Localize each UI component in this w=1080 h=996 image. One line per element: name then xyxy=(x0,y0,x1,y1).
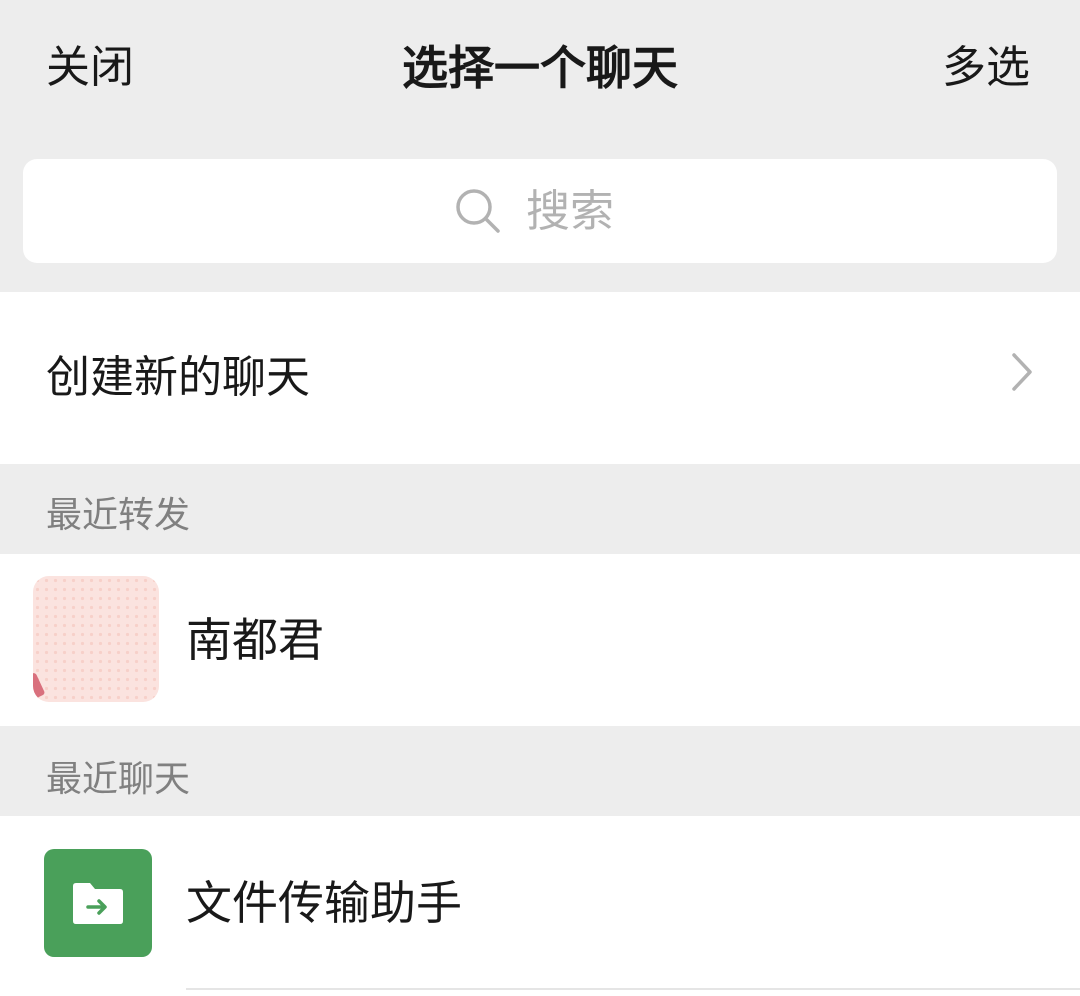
avatar xyxy=(33,576,159,702)
create-new-chat-label: 创建新的聊天 xyxy=(46,352,310,403)
avatar-corner-mark xyxy=(33,672,46,700)
chevron-right-icon xyxy=(1010,352,1034,392)
navigation-bar: 关闭 选择一个聊天 多选 xyxy=(0,0,1080,140)
search-input[interactable] xyxy=(526,185,626,237)
section-header-recent-chats: 最近聊天 xyxy=(0,726,1080,816)
section-title: 最近聊天 xyxy=(46,759,191,800)
create-new-chat-row[interactable]: 创建新的聊天 xyxy=(0,292,1080,464)
section-title: 最近转发 xyxy=(46,495,191,536)
chat-row-file-transfer[interactable]: 文件传输助手 xyxy=(0,816,1080,996)
chat-name: 文件传输助手 xyxy=(186,876,462,930)
chat-row-nandujun[interactable]: 南都君 xyxy=(0,554,1080,726)
section-header-recent-forward: 最近转发 xyxy=(0,464,1080,554)
search-icon xyxy=(454,187,502,235)
row-divider xyxy=(186,988,1080,990)
page-title: 选择一个聊天 xyxy=(402,41,678,95)
chat-picker-screen: 关闭 选择一个聊天 多选 创建新的聊天 最近转发 xyxy=(0,0,1080,996)
close-button[interactable]: 关闭 xyxy=(46,38,134,98)
chat-name: 南都君 xyxy=(186,613,324,667)
search-content xyxy=(454,185,626,237)
multi-select-button[interactable]: 多选 xyxy=(942,38,1030,98)
search-bar[interactable] xyxy=(23,159,1057,263)
file-transfer-icon xyxy=(44,849,152,957)
